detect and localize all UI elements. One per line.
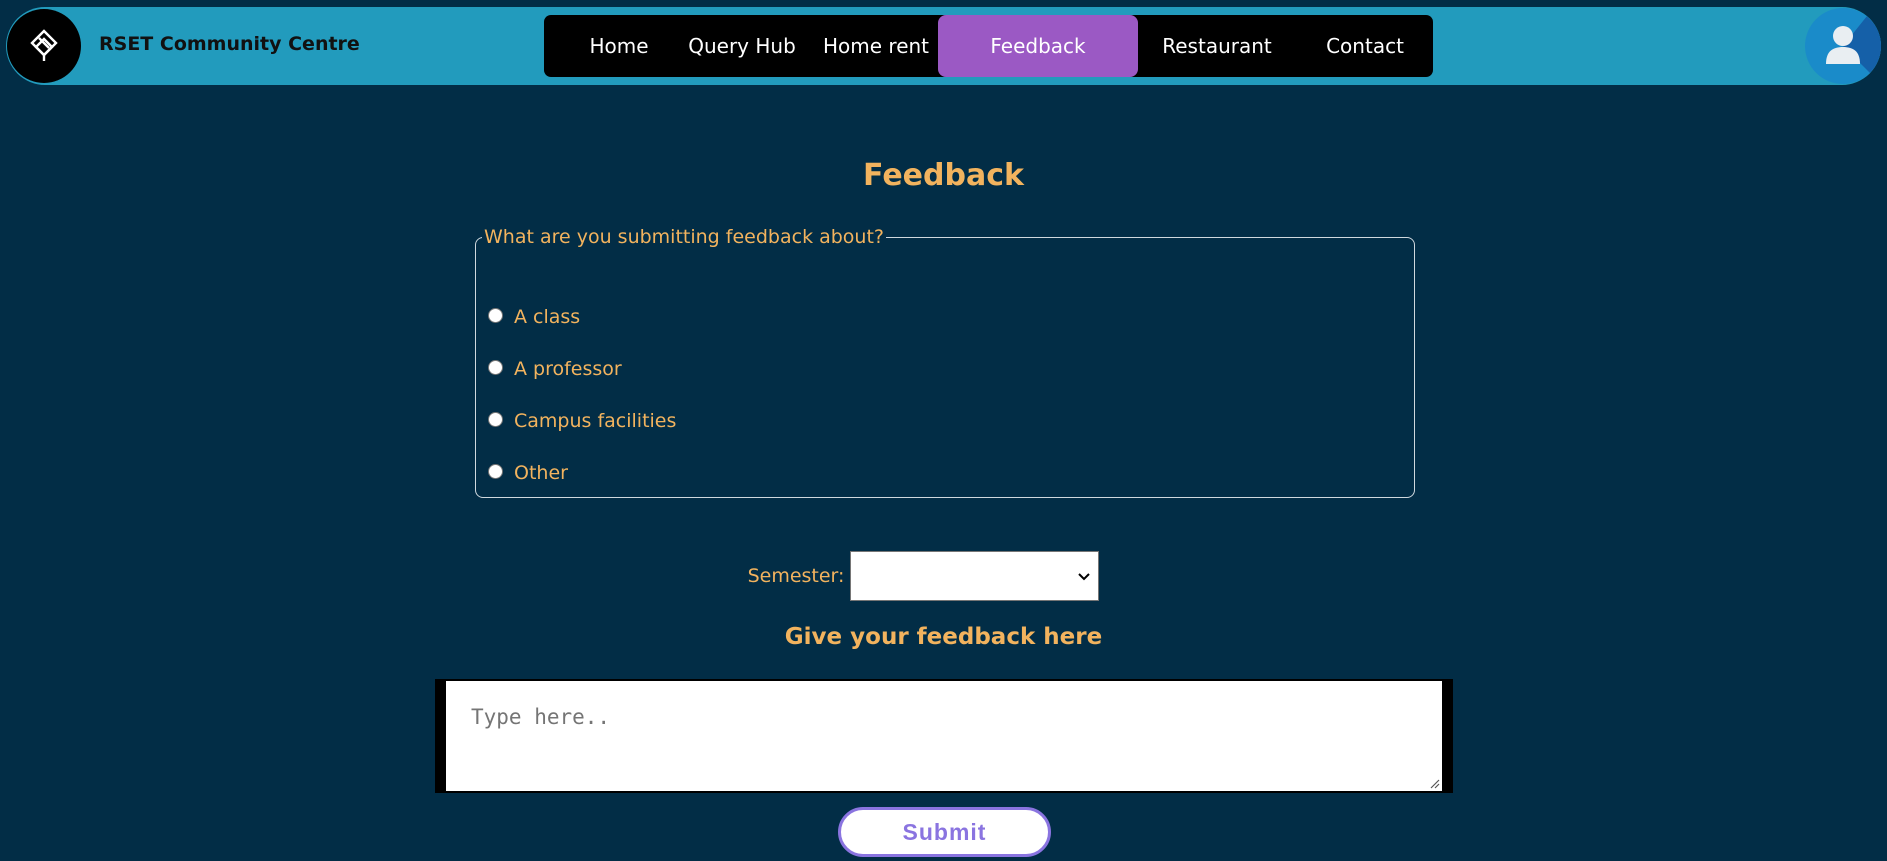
option-label: A professor xyxy=(514,358,622,380)
radio-button[interactable] xyxy=(488,359,503,375)
nav-home[interactable]: Home xyxy=(566,15,672,77)
avatar[interactable] xyxy=(1805,8,1881,84)
radio-button[interactable] xyxy=(488,307,503,323)
feedback-textarea-frame: Type here.. xyxy=(435,679,1453,793)
brand-name: RSET Community Centre xyxy=(99,33,360,55)
option-label: Campus facilities xyxy=(514,410,677,432)
semester-row: Semester: xyxy=(0,551,1887,601)
chevron-down-icon xyxy=(1078,573,1091,581)
nav-feedback[interactable]: Feedback xyxy=(938,15,1138,77)
option-a-professor[interactable]: A professor xyxy=(488,358,622,380)
nav-restaurant[interactable]: Restaurant xyxy=(1142,15,1292,77)
feedback-textarea[interactable]: Type here.. xyxy=(446,681,1442,791)
nav-query-hub[interactable]: Query Hub xyxy=(682,15,802,77)
option-label: A class xyxy=(514,306,581,328)
textarea-placeholder: Type here.. xyxy=(471,705,611,729)
user-avatar-icon xyxy=(1826,16,1881,84)
feedback-heading: Give your feedback here xyxy=(784,624,1103,650)
option-a-class[interactable]: A class xyxy=(488,306,580,328)
page-title: Feedback xyxy=(863,158,1024,193)
fieldset-legend: What are you submitting feedback about? xyxy=(484,226,885,248)
top-header: RSET Community Centre Home Query Hub Hom… xyxy=(6,7,1881,85)
semester-label: Semester: xyxy=(747,565,845,587)
option-other[interactable]: Other xyxy=(488,462,568,484)
resize-handle-icon[interactable] xyxy=(1429,778,1440,789)
option-label: Other xyxy=(514,462,568,484)
logo[interactable] xyxy=(7,9,81,83)
submit-button[interactable]: Submit xyxy=(838,807,1051,857)
nav-contact[interactable]: Contact xyxy=(1300,15,1430,77)
option-campus-facilities[interactable]: Campus facilities xyxy=(488,410,676,432)
semester-select[interactable] xyxy=(850,551,1100,601)
nav-home-rent[interactable]: Home rent xyxy=(814,15,938,77)
diamond-logo-icon xyxy=(30,29,58,61)
radio-button[interactable] xyxy=(488,411,503,427)
radio-button[interactable] xyxy=(488,463,503,479)
main-nav: Home Query Hub Home rent Feedback Restau… xyxy=(544,15,1433,77)
feedback-topic-fieldset: What are you submitting feedback about? … xyxy=(475,226,1415,498)
